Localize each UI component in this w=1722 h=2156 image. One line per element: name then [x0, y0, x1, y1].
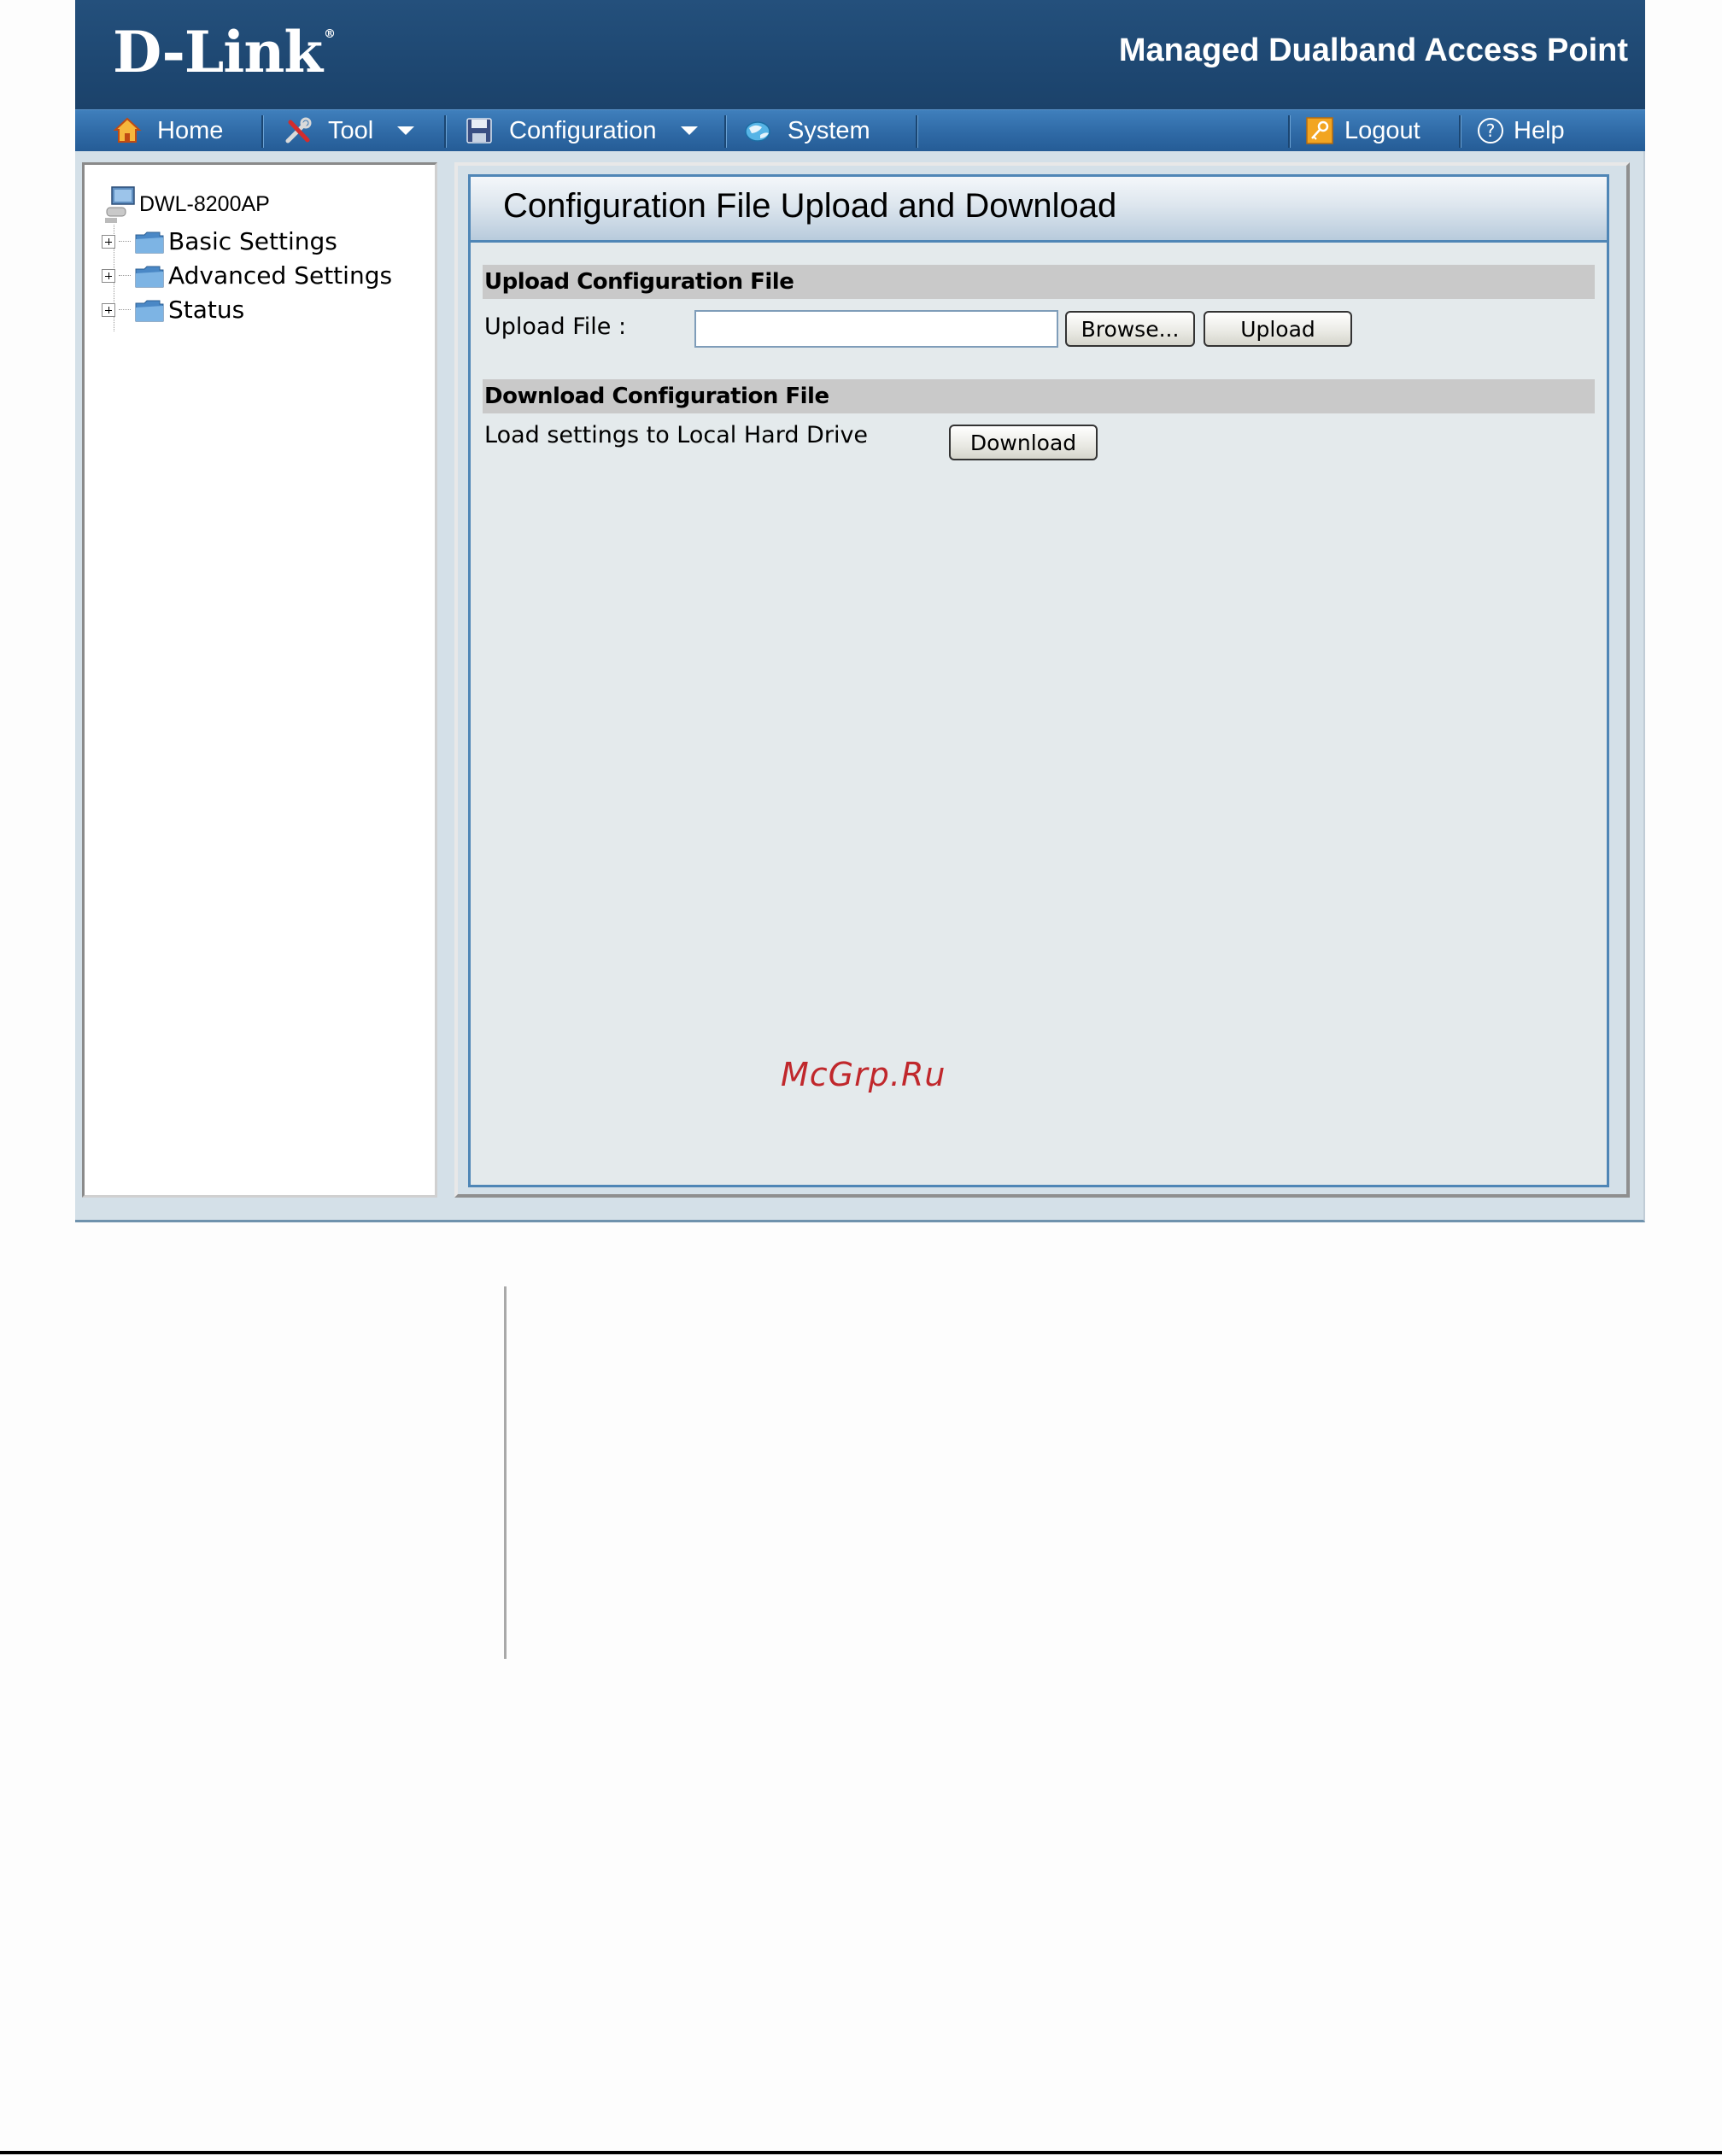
home-icon — [113, 117, 142, 143]
folder-icon — [135, 266, 164, 287]
download-label: Load settings to Local Hard Drive — [484, 422, 869, 448]
nav-help-label: Help — [1514, 116, 1565, 144]
chevron-down-icon — [680, 126, 698, 135]
nav-configuration[interactable]: Configuration — [465, 110, 698, 151]
watermark-text: McGrp.Ru — [781, 1056, 946, 1093]
product-title: Managed Dualband Access Point — [1118, 32, 1628, 68]
nav-logout-label: Logout — [1344, 116, 1420, 144]
panel-header: Configuration File Upload and Download — [471, 177, 1607, 243]
nav-home-label: Home — [157, 116, 224, 144]
nav-bar: Home Tool Configuration System Logout ? … — [75, 109, 1645, 151]
sidebar-item-advanced-settings[interactable]: Advanced Settings — [102, 261, 392, 290]
app-window: D-Link ® Managed Dualband Access Point Ho… — [75, 0, 1645, 1222]
nav-system-label: System — [788, 116, 870, 144]
sidebar-item-basic-settings[interactable]: Basic Settings — [102, 227, 337, 255]
nav-tool-label: Tool — [328, 116, 374, 144]
download-section-header: Download Configuration File — [483, 379, 1595, 413]
browse-button[interactable]: Browse... — [1065, 311, 1195, 347]
nav-separator — [444, 115, 447, 148]
nav-help[interactable]: ? Help — [1476, 110, 1565, 151]
tree-connector — [119, 275, 131, 276]
nav-system[interactable]: System — [743, 110, 870, 151]
folder-icon — [135, 231, 164, 253]
sidebar-tree: DWL-8200AP Basic Settings Advanced Setti… — [82, 162, 437, 1198]
tools-icon — [285, 117, 312, 144]
nav-tool[interactable]: Tool — [284, 110, 415, 151]
expand-plus-icon[interactable] — [102, 234, 115, 249]
header: D-Link ® Managed Dualband Access Point — [75, 0, 1645, 109]
help-icon: ? — [1478, 118, 1503, 144]
upload-button[interactable]: Upload — [1204, 311, 1352, 347]
logo-registered-mark: ® — [324, 27, 336, 41]
floppy-disk-icon — [466, 118, 492, 144]
tree-root-device[interactable]: DWL-8200AP — [103, 184, 270, 225]
sidebar-item-label: Status — [168, 296, 245, 324]
tree-connector — [119, 309, 131, 310]
nav-separator — [261, 115, 264, 148]
footer-rule — [0, 2151, 1722, 2154]
folder-icon — [135, 300, 164, 321]
expand-plus-icon[interactable] — [102, 268, 115, 283]
nav-configuration-label: Configuration — [509, 116, 657, 144]
key-icon — [1306, 117, 1333, 144]
dlink-logo: D-Link ® — [113, 19, 336, 85]
nav-separator — [724, 115, 727, 148]
page-title: Configuration File Upload and Download — [503, 187, 1117, 225]
tree-root-label: DWL-8200AP — [139, 191, 270, 216]
download-button[interactable]: Download — [949, 425, 1098, 460]
tree-connector — [119, 241, 131, 242]
globe-icon — [745, 121, 770, 142]
upload-file-label: Upload File : — [484, 313, 627, 340]
expand-plus-icon[interactable] — [102, 302, 115, 317]
computer-icon — [105, 186, 135, 223]
config-panel: Configuration File Upload and Download U… — [468, 174, 1609, 1187]
main-content: Configuration File Upload and Download U… — [454, 162, 1630, 1198]
vertical-divider — [504, 1286, 507, 1659]
sidebar-item-status[interactable]: Status — [102, 296, 244, 324]
sidebar-item-label: Advanced Settings — [168, 261, 393, 290]
nav-separator — [1288, 115, 1291, 148]
nav-separator — [916, 115, 918, 148]
sidebar-item-label: Basic Settings — [168, 227, 337, 255]
upload-section-header: Upload Configuration File — [483, 265, 1595, 299]
nav-home[interactable]: Home — [113, 110, 223, 151]
svg-text:?: ? — [1486, 120, 1496, 141]
nav-logout[interactable]: Logout — [1305, 110, 1420, 151]
logo-text: D-Link — [113, 19, 323, 85]
nav-separator — [1459, 115, 1461, 148]
upload-file-input[interactable] — [694, 310, 1058, 348]
chevron-down-icon — [397, 126, 415, 135]
